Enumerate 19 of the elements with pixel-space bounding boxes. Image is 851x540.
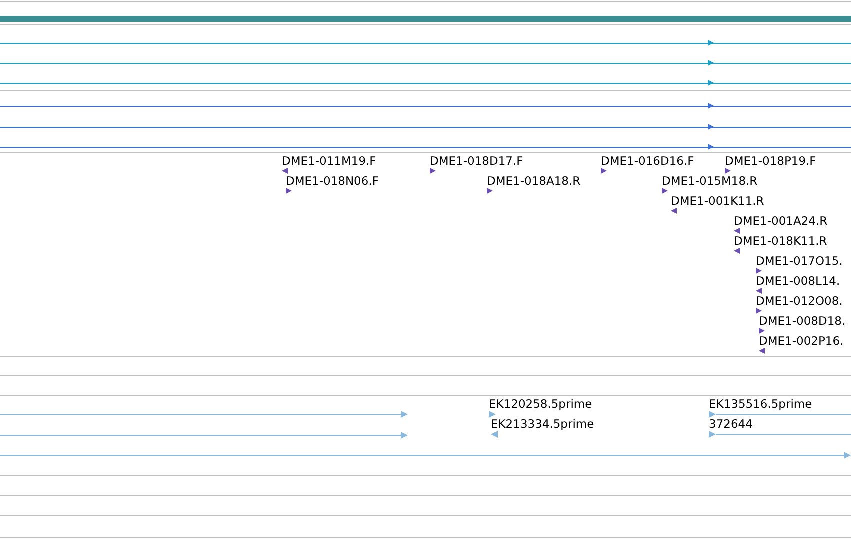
- est-label: 372644: [709, 417, 753, 431]
- clone-label: DME1-012O08.: [756, 294, 843, 308]
- clone-label: DME1-011M19.F: [282, 154, 376, 168]
- est-label: EK213334.5prime: [491, 417, 594, 431]
- clone-label: DME1-002P16.: [759, 334, 844, 348]
- clone-label: DME1-017O15.: [756, 254, 843, 268]
- clone-label: DME1-018A18.R: [487, 174, 581, 188]
- clone-label: DME1-015M18.R: [662, 174, 758, 188]
- clone-label: DME1-018D17.F: [430, 154, 524, 168]
- clone-label: DME1-008D18.: [759, 314, 846, 328]
- clone-label: DME1-018P19.F: [725, 154, 816, 168]
- clone-label: DME1-001A24.R: [734, 214, 828, 228]
- est-label: EK120258.5prime: [489, 397, 592, 411]
- clone-label: DME1-018N06.F: [286, 174, 379, 188]
- clone-label: DME1-018K11.R: [734, 234, 828, 248]
- clone-label: DME1-001K11.R: [671, 194, 764, 208]
- clone-label: DME1-016D16.F: [601, 154, 694, 168]
- clone-label: DME1-008L14.: [756, 274, 840, 288]
- est-label: EK135516.5prime: [709, 397, 812, 411]
